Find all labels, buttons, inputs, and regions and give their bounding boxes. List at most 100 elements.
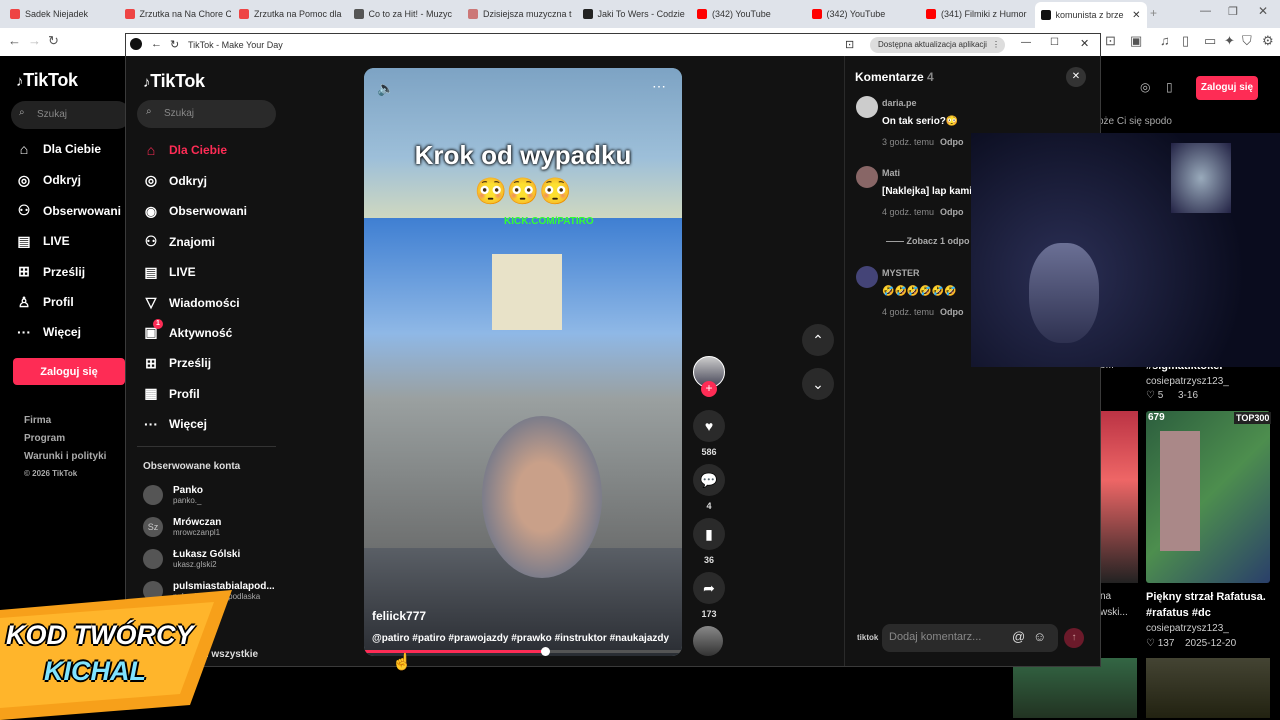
new-tab-icon[interactable]: + [1150, 6, 1157, 20]
settings-icon[interactable]: ⚙ [1262, 33, 1274, 49]
minimize-icon[interactable]: — [1200, 5, 1211, 17]
reply-link[interactable]: Odpo [940, 137, 964, 147]
nav-item[interactable]: ◉ Obserwowani [143, 203, 247, 220]
browser-tab[interactable]: Dzisiejsza muzyczna t [462, 4, 574, 24]
bg-nav-item[interactable]: ··· Więcej [16, 324, 81, 340]
phone-icon[interactable]: ▯ [1166, 80, 1173, 94]
browser-tab[interactable]: Zrzutka na Na Chore C [119, 4, 231, 24]
video-player[interactable]: 🔈 ⋯ Krok od wypadku 😳😳😳 KICK.COM/PATIRO … [364, 68, 682, 656]
browser-tab[interactable]: Co to za Hit! - Muzyc [348, 4, 460, 24]
bg-search-input[interactable]: ⌕ Szukaj [11, 101, 131, 129]
bg-nav-item[interactable]: ⚇ Obserwowani [16, 202, 121, 219]
card-tags[interactable]: #rafatus #dc [1146, 607, 1211, 619]
follow-plus-icon[interactable]: + [701, 381, 717, 397]
nav-item[interactable]: ▣ 1 Aktywność [143, 319, 232, 341]
win-maximize-icon[interactable]: ☐ [1050, 37, 1059, 48]
reply-link[interactable]: Odpo [940, 307, 964, 317]
card-author[interactable]: cosiepatrzysz123_ [1146, 376, 1229, 387]
video-more-icon[interactable]: ⋯ [652, 78, 666, 95]
comment-avatar[interactable] [856, 166, 878, 188]
video-hashtags[interactable]: @patiro #patiro #prawojazdy #prawko #ins… [372, 633, 669, 644]
video-author[interactable]: feliick777 [372, 609, 426, 623]
followed-account[interactable]: Sz Mrówczan mrowczanpl1 [143, 517, 221, 537]
reload-icon[interactable]: ↻ [48, 33, 59, 49]
comment-avatar[interactable] [856, 266, 878, 288]
search-input[interactable]: ⌕ Szukaj [137, 100, 276, 128]
tab-label: Jaki To Wers - Codzie [597, 9, 685, 19]
extensions-icon[interactable]: ⊡ [1105, 33, 1116, 49]
mention-icon[interactable]: @ [1012, 629, 1025, 644]
nav-item[interactable]: ▦ Profil [143, 385, 199, 402]
compass-icon[interactable]: ◎ [1140, 80, 1150, 94]
followed-account[interactable]: Łukasz Gólski ukasz.glski2 [143, 549, 240, 569]
bg-footer-link[interactable]: Firma [24, 415, 51, 426]
comment-button[interactable]: 💬 [693, 464, 725, 496]
send-comment-icon[interactable]: ↑ [1064, 628, 1084, 648]
nav-item[interactable]: ◎ Odkryj [143, 172, 207, 189]
music-disc-icon[interactable] [693, 626, 723, 656]
sidebar-icon[interactable]: ▣ [1130, 33, 1142, 49]
ai-icon[interactable]: ✦ [1224, 33, 1235, 49]
restore-icon[interactable]: ❐ [1228, 5, 1238, 18]
bg-nav-item[interactable]: ⌂ Dla Ciebie [16, 141, 101, 157]
card-thumb-left[interactable] [1100, 411, 1138, 583]
save-button[interactable]: ▮ [693, 518, 725, 550]
tab-close-icon[interactable]: ✕ [1132, 10, 1140, 21]
browser-tab[interactable]: komunista z brze ✕ [1034, 2, 1147, 28]
browser-tab[interactable]: Sadek Niejadek [4, 4, 116, 24]
nav-item[interactable]: ▤ LIVE [143, 264, 195, 281]
comment-user[interactable]: daria.pe [882, 98, 997, 108]
reader-icon[interactable]: ▯ [1182, 33, 1189, 49]
bg-nav-item[interactable]: ◎ Odkryj [16, 172, 81, 189]
browser-tab[interactable]: Zrzutka na Pomoc dla [233, 4, 345, 24]
browser-tab[interactable]: (342) YouTube [691, 4, 803, 24]
prev-video-button[interactable]: ⌃ [802, 324, 834, 356]
nav-item[interactable]: ▽ Wiadomości [143, 294, 240, 311]
more-icon[interactable]: ⋮ [992, 40, 1000, 49]
next-video-button[interactable]: ⌄ [802, 368, 834, 400]
nav-item[interactable]: ⌂ Dla Ciebie [143, 142, 227, 158]
close-window-icon[interactable]: ✕ [1258, 4, 1268, 18]
win-minimize-icon[interactable]: — [1021, 37, 1031, 48]
card-thumb-bottom[interactable] [1013, 658, 1137, 718]
back-icon[interactable]: ← [8, 33, 21, 48]
bg-nav-item[interactable]: ▤ LIVE [16, 233, 69, 250]
comment-avatar[interactable] [856, 96, 878, 118]
update-badge[interactable]: Dostępna aktualizacja aplikacji ⋮ [870, 37, 1005, 53]
nav-item[interactable]: ··· Więcej [143, 416, 207, 432]
bg-footer-link[interactable]: Warunki i polityki [24, 451, 106, 462]
forward-icon[interactable]: → [28, 33, 41, 48]
browser-tab[interactable]: (341) Filmiki z Humor [920, 4, 1032, 24]
close-comments-icon[interactable]: ✕ [1066, 67, 1086, 87]
card-title[interactable]: Piękny strzał Rafatusa. [1146, 591, 1266, 603]
card-thumb-bottom[interactable] [1146, 658, 1270, 718]
card-author[interactable]: cosiepatrzysz123_ [1146, 623, 1229, 634]
music-icon[interactable]: ♫ [1160, 33, 1170, 48]
followed-account[interactable]: Panko panko._ [143, 485, 203, 505]
like-button[interactable]: ♥ [693, 410, 725, 442]
see-replies[interactable]: —— Zobacz 1 odpo [886, 236, 970, 246]
browser-tab[interactable]: (342) YouTube [806, 4, 918, 24]
reply-link[interactable]: Odpo [940, 207, 964, 217]
nav-item[interactable]: ⊞ Prześlij [143, 355, 211, 372]
nav-reload-icon[interactable]: ↻ [170, 38, 179, 51]
bg-logo[interactable]: ♪TikTok [16, 70, 78, 91]
tiktok-logo[interactable]: ♪TikTok [143, 71, 205, 92]
card-thumb[interactable]: 679 TOP300 [1146, 411, 1272, 583]
bg-nav-item[interactable]: ⊞ Prześlij [16, 263, 85, 280]
wallet-icon[interactable]: ▭ [1204, 33, 1216, 49]
win-close-icon[interactable]: ✕ [1080, 37, 1089, 50]
extension-icon[interactable]: ⊡ [845, 38, 854, 51]
nav-item[interactable]: ⚇ Znajomi [143, 233, 215, 250]
emoji-icon[interactable]: ☺ [1033, 629, 1046, 644]
browser-tab[interactable]: Jaki To Wers - Codzie [577, 4, 689, 24]
comment-input[interactable]: Dodaj komentarz... @ ☺ [882, 624, 1058, 652]
nav-back-icon[interactable]: ← [151, 38, 162, 50]
top-login-button[interactable]: Zaloguj się [1196, 76, 1258, 100]
share-button[interactable]: ➦ [693, 572, 725, 604]
shield-icon[interactable]: ⛉ [1242, 33, 1252, 49]
volume-icon[interactable]: 🔈 [377, 80, 394, 97]
bg-footer-link[interactable]: Program [24, 433, 65, 444]
bg-login-button[interactable]: Zaloguj się [13, 358, 125, 385]
bg-nav-item[interactable]: ♙ Profil [16, 294, 74, 311]
